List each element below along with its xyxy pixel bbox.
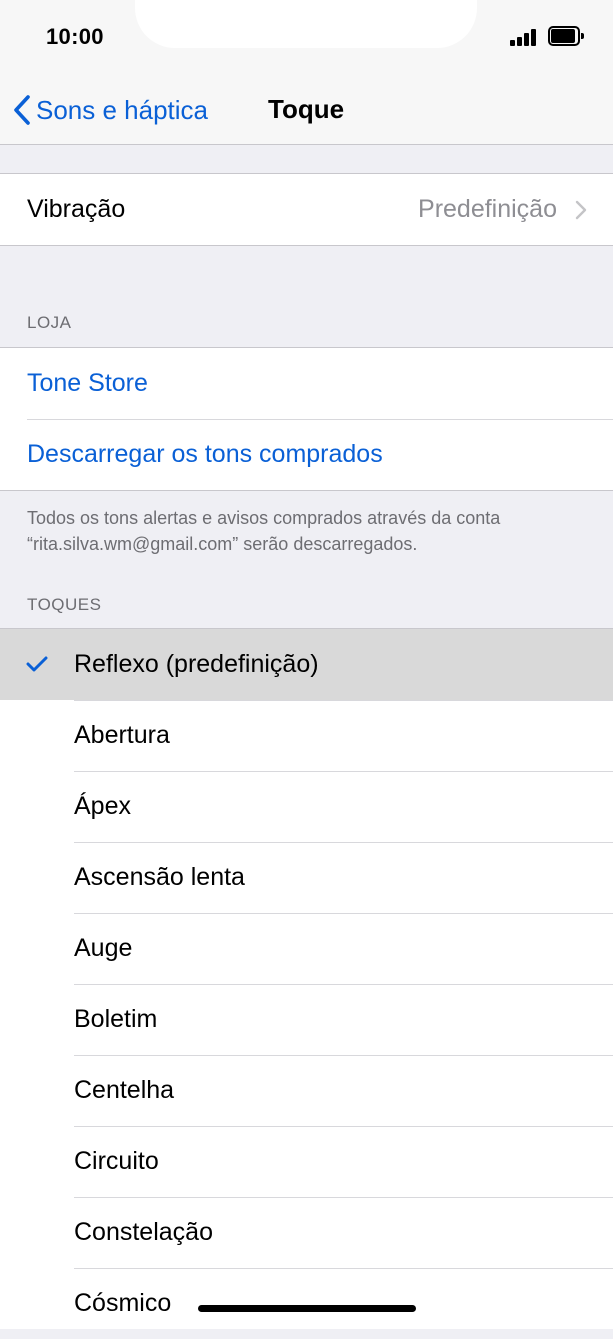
back-button[interactable]: Sons e háptica xyxy=(12,90,208,130)
status-bar: 10:00 xyxy=(0,0,613,76)
ringtone-row[interactable]: Boletim xyxy=(0,984,613,1055)
ringtone-row[interactable]: Ascensão lenta xyxy=(0,842,613,913)
ringtone-row[interactable]: Abertura xyxy=(0,700,613,771)
ringtone-label: Abertura xyxy=(74,721,170,749)
ringtone-label: Ascensão lenta xyxy=(74,863,245,891)
ringtone-row[interactable]: Auge xyxy=(0,913,613,984)
battery-icon xyxy=(548,26,584,46)
ringtone-label: Circuito xyxy=(74,1147,159,1175)
ringtone-label: Constelação xyxy=(74,1218,213,1246)
vibration-label: Vibração xyxy=(27,195,126,223)
cellular-signal-icon xyxy=(510,28,542,46)
ringtone-label: Reflexo (predefinição) xyxy=(74,650,319,678)
ringtone-row[interactable]: Cósmico xyxy=(0,1268,613,1339)
ringtone-label: Ápex xyxy=(74,792,131,820)
chevron-left-icon xyxy=(14,95,30,125)
download-purchased-tones-link[interactable]: Descarregar os tons comprados xyxy=(0,419,613,490)
status-time: 10:00 xyxy=(46,24,104,49)
vibration-value: Predefinição xyxy=(418,195,557,223)
ringtone-label: Cósmico xyxy=(74,1289,172,1317)
store-footer-note: Todos os tons alertas e avisos comprados… xyxy=(27,508,501,554)
chevron-right-icon xyxy=(575,200,587,220)
tone-store-link[interactable]: Tone Store xyxy=(0,348,613,419)
notch xyxy=(135,0,477,48)
ringtone-list: Reflexo (predefinição) Abertura Ápex Asc… xyxy=(0,628,613,1329)
ringtone-row[interactable]: Ápex xyxy=(0,771,613,842)
ringtone-label: Centelha xyxy=(74,1076,175,1104)
page-title: Toque xyxy=(268,94,345,124)
ringtone-row[interactable]: Constelação xyxy=(0,1197,613,1268)
ringtone-label: Auge xyxy=(74,934,133,962)
back-button-label: Sons e háptica xyxy=(36,94,209,125)
store-group: Tone Store Descarregar os tons comprados xyxy=(0,347,613,491)
ringtone-row[interactable]: Centelha xyxy=(0,1055,613,1126)
vibration-group: Vibração Predefinição xyxy=(0,173,613,246)
ringtone-row[interactable]: Circuito xyxy=(0,1126,613,1197)
ringtone-label: Boletim xyxy=(74,1005,158,1033)
home-indicator[interactable] xyxy=(198,1305,416,1312)
navigation-bar: Sons e háptica Toque xyxy=(0,76,613,145)
ringtones-section-header: TOQUES xyxy=(27,595,102,614)
vibration-row[interactable]: Vibração Predefinição xyxy=(0,174,613,245)
ringtone-row-selected[interactable]: Reflexo (predefinição) xyxy=(0,629,613,700)
checkmark-icon xyxy=(26,656,48,672)
tone-store-label: Tone Store xyxy=(27,369,148,397)
download-purchased-tones-label: Descarregar os tons comprados xyxy=(27,440,383,468)
store-section-header: LOJA xyxy=(27,313,72,332)
